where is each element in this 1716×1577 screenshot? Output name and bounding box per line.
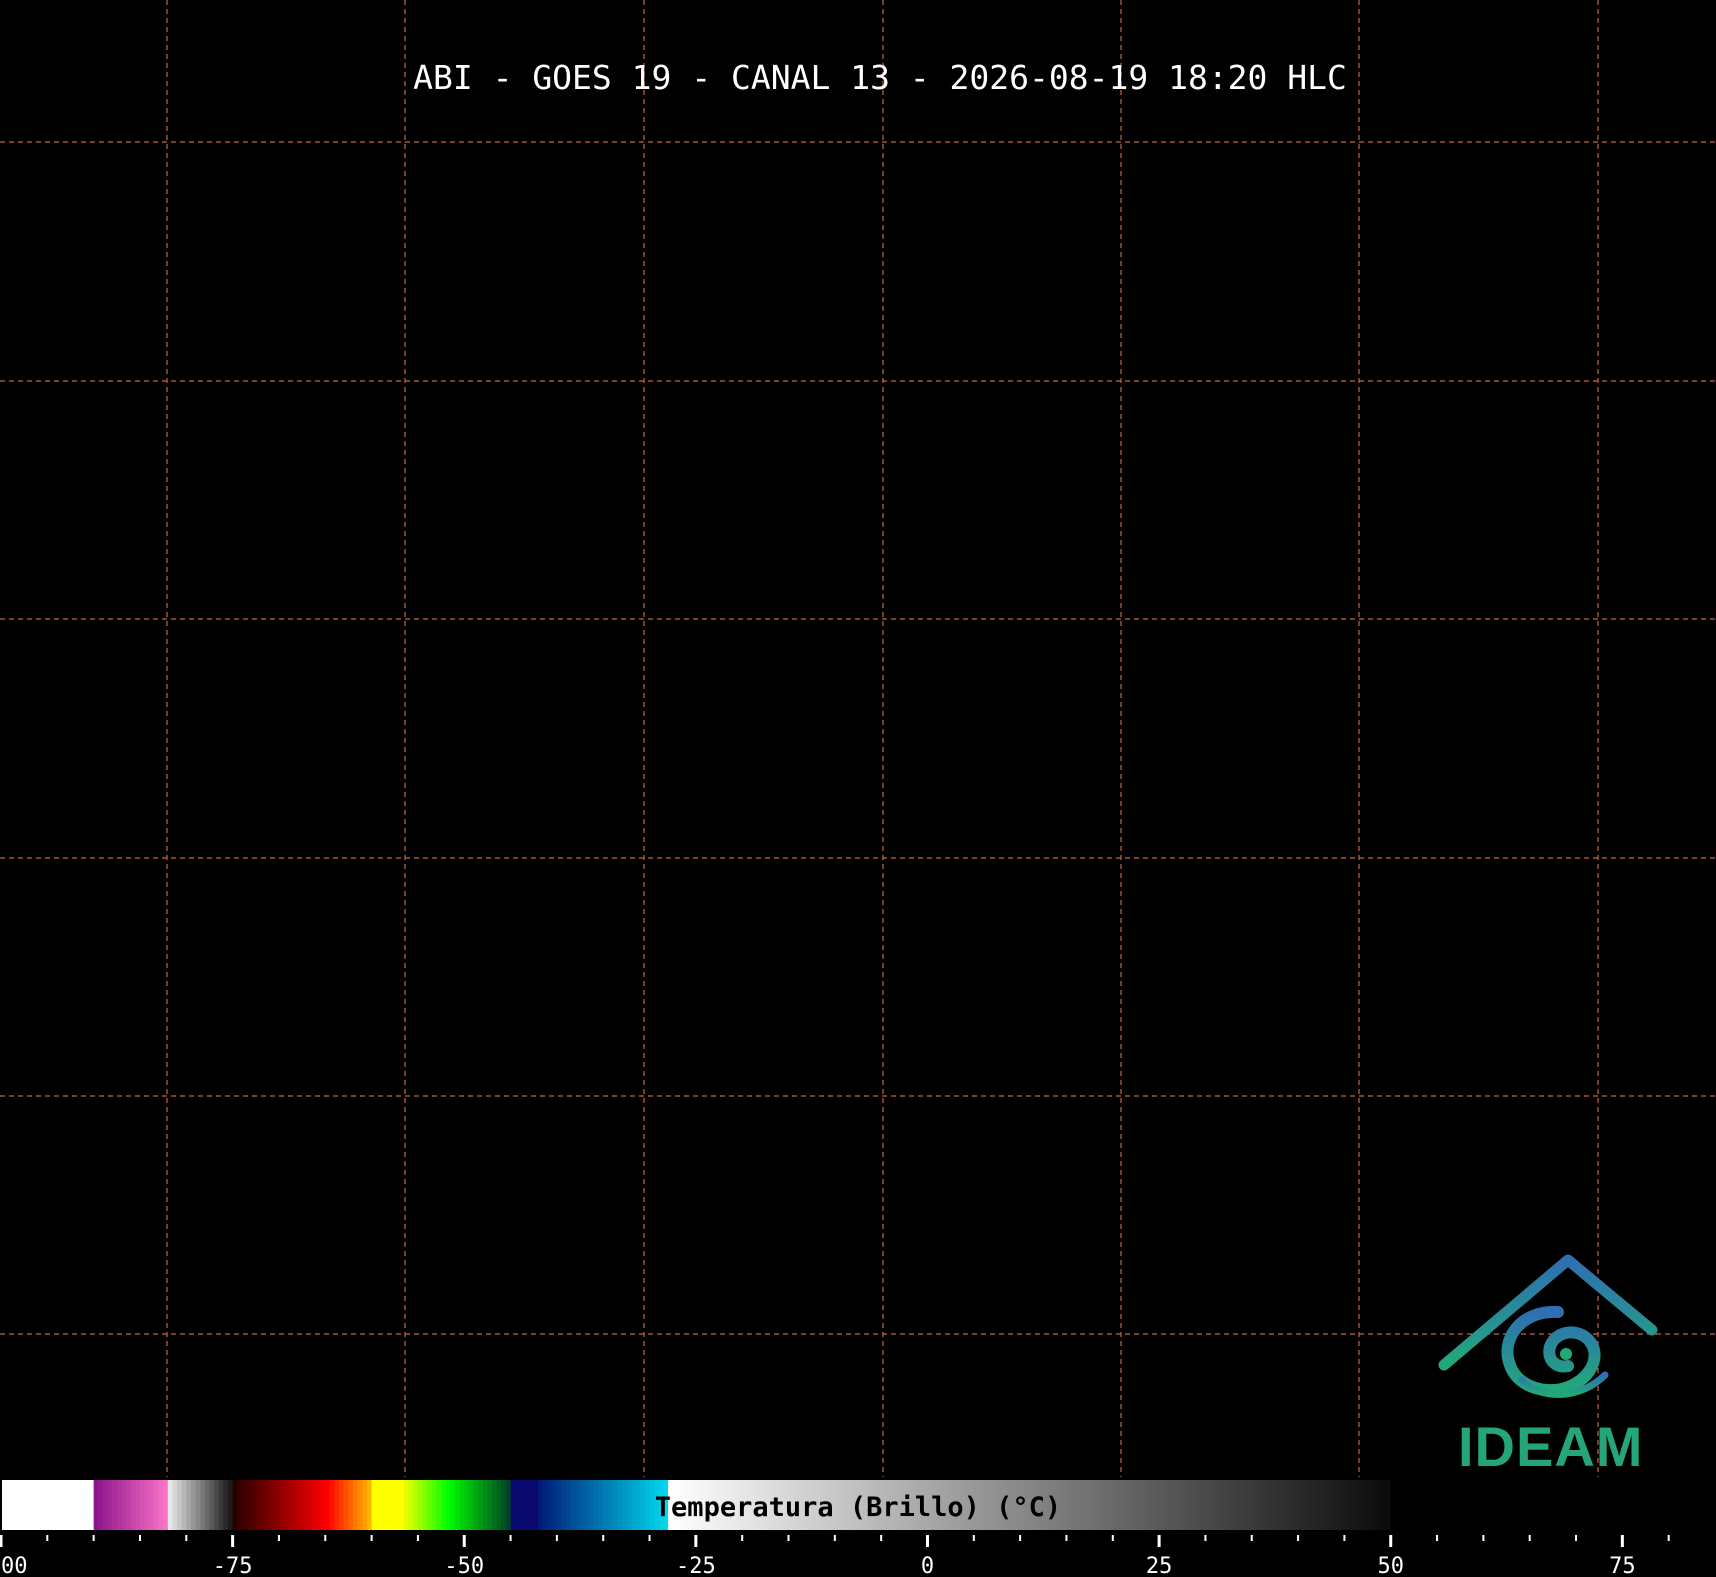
tick-label: -50 bbox=[444, 1554, 484, 1577]
tick-label: 25 bbox=[1146, 1554, 1173, 1577]
tick-label: -25 bbox=[676, 1554, 716, 1577]
colorbar-ticks: -100 -75 -50 -25 0 25 50 75 bbox=[0, 1535, 1670, 1577]
tick-label: -100 bbox=[0, 1554, 27, 1577]
ideam-logo-icon bbox=[1438, 1254, 1658, 1398]
colorbar: Temperatura (Brillo) (°C) -100 -75 -50 -25 0… bbox=[0, 1478, 1716, 1577]
tick-label: 0 bbox=[921, 1554, 934, 1577]
tick-label: 50 bbox=[1377, 1554, 1404, 1577]
tick-label: -75 bbox=[213, 1554, 253, 1577]
satellite-image: ABI - GOES 19 - CANAL 13 - 2026-08-19 18… bbox=[0, 0, 1716, 1577]
colorbar-label: Temperatura (Brillo) (°C) bbox=[655, 1492, 1061, 1523]
logo-text: IDEAM bbox=[1458, 1415, 1644, 1478]
image-title: ABI - GOES 19 - CANAL 13 - 2026-08-19 18… bbox=[413, 58, 1347, 97]
tick-label: 75 bbox=[1609, 1554, 1636, 1577]
